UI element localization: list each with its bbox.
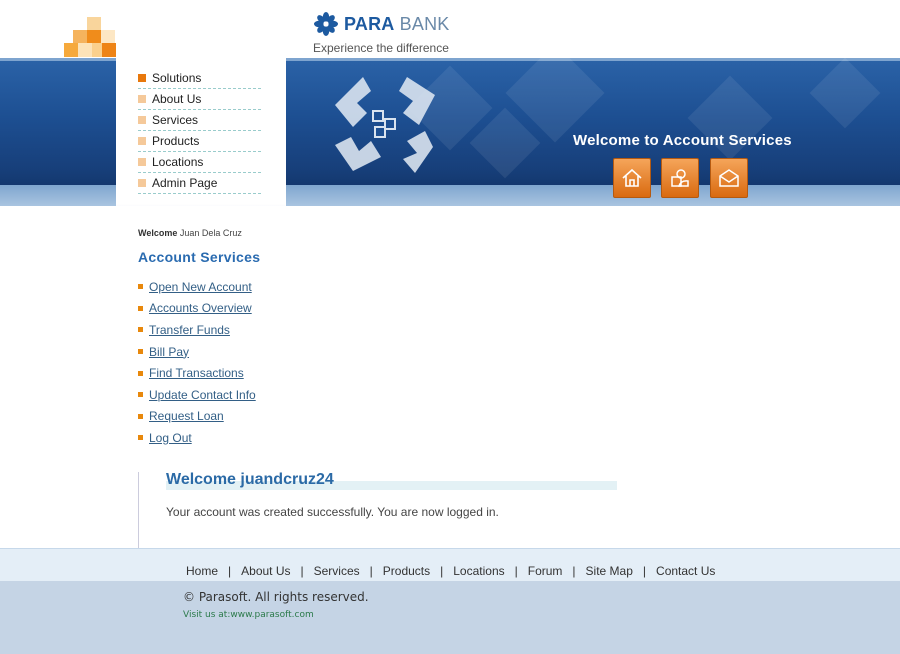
copyright: © Parasoft. All rights reserved.: [183, 590, 369, 604]
footer-bottom: © Parasoft. All rights reserved. Visit u…: [0, 581, 900, 654]
separator: |: [572, 564, 576, 578]
left-menu-item-locations[interactable]: Locations: [138, 152, 261, 173]
account-link-item: Open New Account: [138, 276, 256, 298]
separator: |: [514, 564, 518, 578]
success-message: Your account was created successfully. Y…: [166, 505, 499, 519]
transfer-funds-link[interactable]: Transfer Funds: [149, 323, 230, 337]
tagline: Experience the difference: [313, 41, 449, 55]
separator: |: [300, 564, 304, 578]
update-contact-info-link[interactable]: Update Contact Info: [149, 388, 256, 402]
footer-link-locations[interactable]: Locations: [453, 564, 504, 578]
account-link-item: Log Out: [138, 427, 256, 449]
account-services-title: Account Services: [138, 249, 261, 265]
menu-label: Services: [152, 113, 199, 127]
bill-pay-link[interactable]: Bill Pay: [149, 345, 189, 359]
left-menu: Solutions About Us Services Products Loc…: [138, 68, 261, 194]
accounts-overview-link[interactable]: Accounts Overview: [149, 301, 252, 315]
separator: |: [440, 564, 444, 578]
account-link-item: Accounts Overview: [138, 298, 256, 320]
welcome-user: Welcome Juan Dela Cruz: [138, 228, 242, 238]
top-bar: PARA BANK Experience the difference: [0, 0, 900, 58]
footer-link-products[interactable]: Products: [383, 564, 430, 578]
footer-links: Home | About Us | Services | Products | Loca…: [186, 564, 715, 578]
left-menu-item-products[interactable]: Products: [138, 131, 261, 152]
menu-label: Admin Page: [152, 176, 218, 190]
brand-name: PARA BANK: [344, 13, 450, 34]
menu-label: Products: [152, 134, 200, 148]
footer-link-forum[interactable]: Forum: [528, 564, 563, 578]
left-menu-item-solutions[interactable]: Solutions: [138, 68, 261, 89]
account-link-item: Request Loan: [138, 406, 256, 428]
left-menu-item-services[interactable]: Services: [138, 110, 261, 131]
menu-label: Locations: [152, 155, 204, 169]
menu-label: Solutions: [152, 71, 202, 85]
parabank-flower-icon: [314, 12, 338, 36]
footer-nav: Home | About Us | Services | Products | Loca…: [0, 548, 900, 581]
find-transactions-link[interactable]: Find Transactions: [149, 366, 244, 380]
parabank-logo[interactable]: PARA BANK: [313, 11, 450, 37]
log-out-link[interactable]: Log Out: [149, 431, 192, 445]
account-services-menu: Open New Account Accounts Overview Trans…: [138, 276, 256, 449]
footer-link-services[interactable]: Services: [314, 564, 360, 578]
user-name: Juan Dela Cruz: [179, 228, 242, 238]
account-link-item: Update Contact Info: [138, 384, 256, 406]
footer-link-contact-us[interactable]: Contact Us: [656, 564, 715, 578]
separator: |: [228, 564, 232, 578]
about-button[interactable]: [661, 158, 699, 198]
request-loan-link[interactable]: Request Loan: [149, 409, 224, 423]
open-new-account-link[interactable]: Open New Account: [149, 280, 252, 294]
banner-title: Welcome to Account Services: [573, 132, 792, 149]
about-icon: [671, 169, 689, 187]
separator: |: [369, 564, 373, 578]
account-link-item: Transfer Funds: [138, 319, 256, 341]
account-link-item: Find Transactions: [138, 362, 256, 384]
footer-link-about-us[interactable]: About Us: [241, 564, 290, 578]
footer-link-site-map[interactable]: Site Map: [586, 564, 633, 578]
contact-icon: [719, 169, 739, 187]
left-menu-item-about-us[interactable]: About Us: [138, 89, 261, 110]
content-title: Welcome juandcruz24: [166, 471, 334, 488]
home-icon: [622, 168, 642, 187]
account-link-item: Bill Pay: [138, 341, 256, 363]
footer-link-home[interactable]: Home: [186, 564, 218, 578]
left-menu-item-admin-page[interactable]: Admin Page: [138, 173, 261, 194]
home-button[interactable]: [613, 158, 651, 198]
menu-label: About Us: [152, 92, 202, 106]
separator: |: [642, 564, 647, 578]
visit-parasoft-link[interactable]: Visit us at:www.parasoft.com: [183, 610, 314, 620]
contact-button[interactable]: [710, 158, 748, 198]
banner-graphic-icon: [335, 77, 435, 173]
